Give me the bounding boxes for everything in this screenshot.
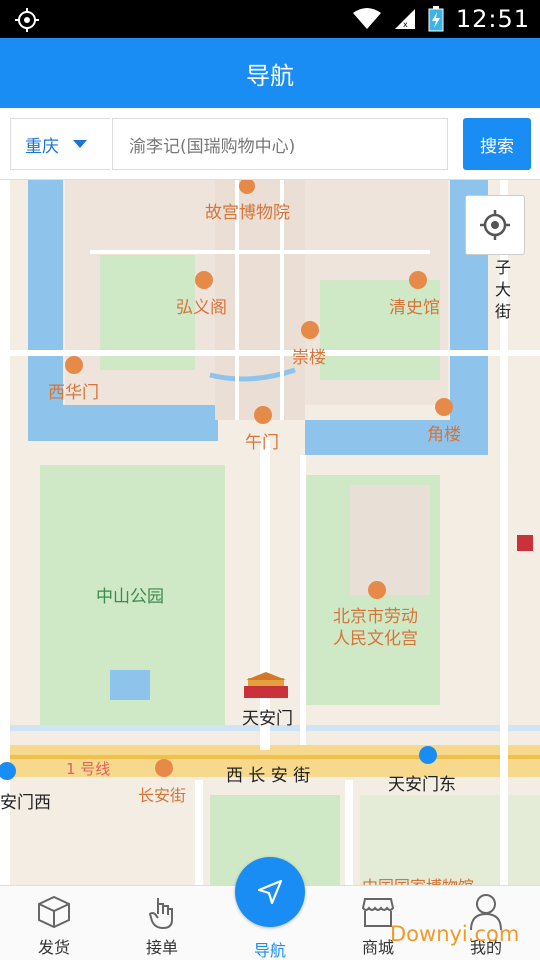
map-label-xihua-gate: 西华门 — [48, 383, 99, 403]
nav-label-navigation: 导航 — [253, 941, 286, 960]
hand-pointer-icon — [148, 898, 173, 930]
museum-poi-icon[interactable] — [253, 405, 273, 425]
museum-poi-icon[interactable] — [237, 180, 257, 196]
map-label-changan-street: 长安街 — [138, 786, 187, 805]
navigation-fab[interactable] — [235, 857, 305, 927]
map-label-west-changan: 西 长 安 街 — [226, 766, 311, 786]
map-label-corner-tower: 角楼 — [427, 425, 461, 445]
nav-label-ship: 发货 — [37, 938, 70, 957]
map-label-chizi-2: 子 — [495, 258, 512, 277]
map-label-tiananmen: 天安门 — [242, 709, 293, 729]
museum-poi-icon[interactable] — [367, 580, 387, 600]
museum-poi-icon[interactable] — [64, 355, 84, 375]
svg-text:x: x — [403, 20, 408, 29]
watermark: Downyi.com — [390, 922, 520, 946]
map-label-chizi-4: 街 — [495, 302, 512, 321]
battery-icon — [428, 6, 444, 32]
museum-poi-icon[interactable] — [408, 270, 428, 290]
status-time: 12:51 — [455, 5, 530, 33]
map-label-palace-museum: 故宫博物院 — [205, 203, 290, 223]
city-label: 重庆 — [25, 136, 59, 157]
map-label-hongyi-pavilion: 弘义阁 — [176, 298, 227, 318]
nav-item-accept[interactable]: 接单 — [117, 886, 207, 960]
search-button[interactable]: 搜索 — [463, 118, 531, 170]
map-label-meridian-gate: 午门 — [245, 433, 279, 453]
nav-label-accept: 接单 — [145, 938, 178, 957]
crosshair-icon — [480, 210, 510, 240]
gps-icon — [15, 8, 39, 32]
map-label-national-museum: 中国国家博物馆 — [362, 873, 474, 885]
map-label-workers-palace-2: 人民文化宫 — [333, 629, 418, 649]
search-input-value: 渝李记(国瑞购物中心) — [129, 136, 296, 157]
chevron-down-icon — [73, 140, 87, 148]
map-label-tiananmen-east: 天安门东 — [388, 775, 456, 795]
page-title: 导航 — [0, 38, 540, 108]
map-label-line1: 1 号线 — [66, 760, 111, 778]
museum-poi-icon[interactable] — [300, 320, 320, 340]
map-label-chizi-3: 大 — [495, 280, 512, 299]
tiananmen-landmark-icon[interactable] — [242, 672, 290, 700]
signal-icon: x — [394, 9, 415, 29]
museum-poi-icon[interactable] — [434, 397, 454, 417]
search-input[interactable]: 渝李记(国瑞购物中心) — [112, 118, 448, 170]
wifi-icon — [352, 8, 381, 29]
locate-button[interactable] — [465, 195, 525, 255]
map-label-tiananmen-west: 安门西 — [0, 793, 51, 813]
map-label-zhongshan-park: 中山公园 — [96, 587, 164, 607]
museum-poi-icon[interactable] — [194, 270, 214, 290]
status-bar: x 12:51 — [0, 0, 540, 38]
search-bar: 重庆 渝李记(国瑞购物中心) 搜索 — [0, 108, 540, 180]
map-label-qingshi-hall: 清史馆 — [389, 298, 440, 318]
city-selector[interactable]: 重庆 — [10, 118, 110, 170]
map-label-chong-tower: 崇楼 — [292, 348, 326, 368]
museum-poi-icon[interactable] — [154, 758, 174, 778]
package-icon — [38, 895, 70, 929]
nav-item-ship[interactable]: 发货 — [9, 886, 99, 960]
navigation-arrow-icon — [257, 879, 283, 905]
map-view[interactable]: 故宫博物院 弘义阁 清史馆 崇楼 西华门 午门 角楼 中山公园 北京市劳动 人民… — [0, 180, 540, 885]
